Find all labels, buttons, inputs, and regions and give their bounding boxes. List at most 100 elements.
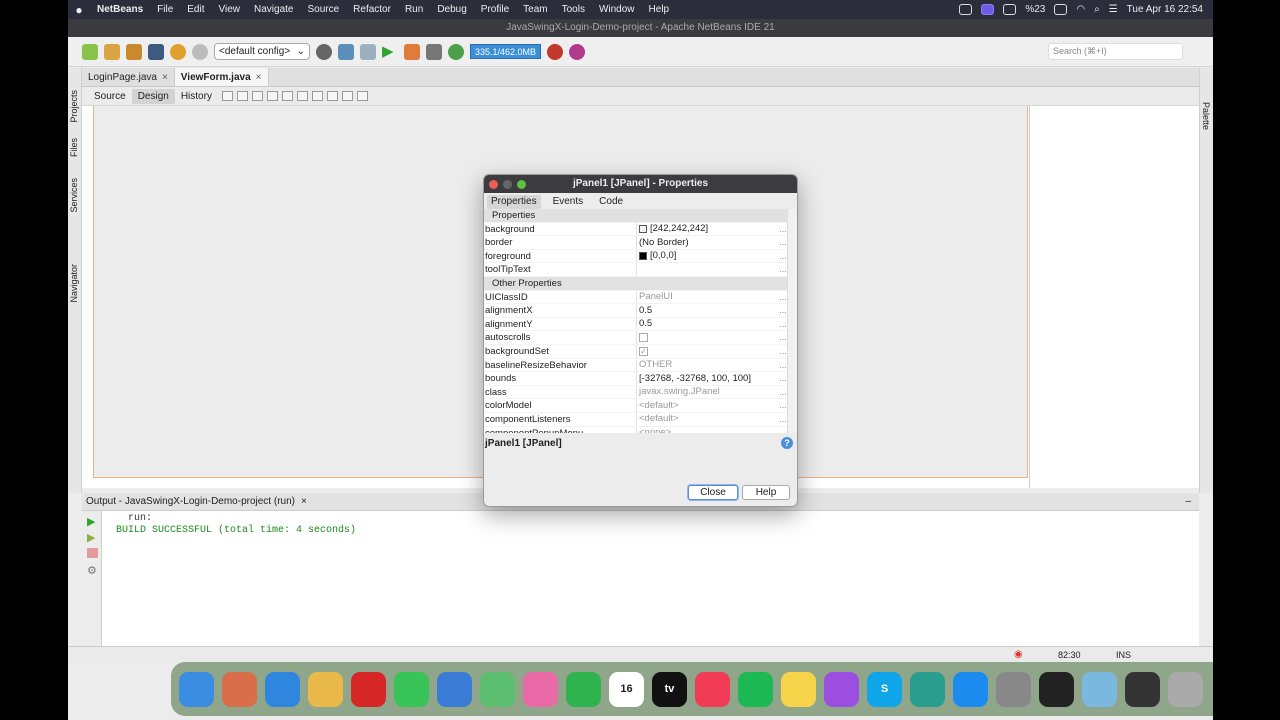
maps-icon[interactable] xyxy=(480,671,515,707)
preview-design-icon[interactable] xyxy=(251,91,263,101)
rerun-params-icon[interactable]: ▶ xyxy=(87,531,98,544)
undo-icon[interactable] xyxy=(170,43,186,60)
property-value[interactable]: javax.swing.JPanel xyxy=(637,386,777,399)
menu-window[interactable]: Window xyxy=(592,4,642,15)
resize-horizontal-icon[interactable] xyxy=(341,91,353,101)
property-row[interactable]: autoscrolls… xyxy=(484,331,789,345)
palette-panel[interactable] xyxy=(1029,106,1199,488)
checkbox[interactable] xyxy=(639,333,648,343)
align-left-icon[interactable] xyxy=(266,91,278,101)
appstore-icon[interactable] xyxy=(953,671,988,707)
palette-tab[interactable]: Palette xyxy=(1201,102,1211,130)
property-row[interactable]: baselineResizeBehavior OTHER… xyxy=(484,358,789,373)
rerun-icon[interactable]: ▶ xyxy=(87,515,98,528)
menu-file[interactable]: File xyxy=(150,4,180,15)
property-row[interactable]: border (No Border)… xyxy=(484,236,789,250)
property-value[interactable]: <default> xyxy=(637,399,777,412)
skype-icon[interactable]: S xyxy=(867,671,902,707)
save-all-icon[interactable] xyxy=(148,43,164,60)
property-row[interactable]: UIClassID PanelUI… xyxy=(484,290,789,305)
property-value[interactable]: [242,242,242] xyxy=(637,223,777,236)
close-icon[interactable]: × xyxy=(256,72,262,83)
recording-icon[interactable] xyxy=(959,4,973,15)
trash-icon[interactable] xyxy=(1168,671,1203,707)
property-row[interactable]: componentPopupMenu <none>… xyxy=(484,426,789,433)
property-row[interactable]: background [242,242,242]… xyxy=(484,222,789,237)
search-field[interactable]: Search (⌘+I) xyxy=(1048,43,1183,60)
apple-icon[interactable]: ● xyxy=(68,3,90,17)
projects-tab[interactable]: Projects xyxy=(69,90,79,123)
new-file-icon[interactable] xyxy=(82,43,98,60)
property-row[interactable]: toolTipText… xyxy=(484,263,789,277)
files-tab[interactable]: Files xyxy=(69,138,79,157)
new-project-icon[interactable] xyxy=(104,43,120,60)
section-header[interactable]: Other Properties xyxy=(484,276,789,291)
property-value[interactable]: ✓ xyxy=(637,345,777,358)
checkbox[interactable]: ✓ xyxy=(639,346,648,356)
gc-icon[interactable] xyxy=(547,43,564,60)
opera-icon[interactable] xyxy=(351,671,386,707)
close-icon[interactable]: × xyxy=(162,72,168,83)
tab-loginpage[interactable]: LoginPage.java × xyxy=(82,68,175,86)
screen-share-icon[interactable] xyxy=(981,4,995,15)
battery-icon[interactable] xyxy=(1054,4,1068,15)
align-center-icon[interactable] xyxy=(296,91,308,101)
close-button[interactable]: Close xyxy=(688,485,738,500)
services-tab[interactable]: Services xyxy=(69,178,79,213)
search-icon[interactable]: ⌕ xyxy=(1094,4,1100,15)
menu-source[interactable]: Source xyxy=(300,4,346,15)
align-bottom-icon[interactable] xyxy=(326,91,338,101)
property-row[interactable]: colorModel <default>… xyxy=(484,399,789,413)
chrome-icon[interactable] xyxy=(308,671,343,707)
output-console[interactable]: run: BUILD SUCCESSFUL (total time: 4 sec… xyxy=(102,511,1199,646)
property-value[interactable] xyxy=(637,263,777,276)
run-icon[interactable]: ▶ xyxy=(382,43,398,60)
redo-icon[interactable] xyxy=(192,43,208,60)
debug-icon[interactable] xyxy=(404,43,420,60)
property-scrollbar[interactable] xyxy=(787,209,797,433)
tab-viewform[interactable]: ViewForm.java × xyxy=(174,68,269,86)
minimize-icon[interactable]: – xyxy=(1185,496,1191,507)
property-value[interactable]: 0.5 xyxy=(637,318,777,331)
property-row[interactable]: bounds [-32768, -32768, 100, 100]… xyxy=(484,372,789,386)
mail-icon[interactable] xyxy=(437,671,472,707)
spotify-icon[interactable] xyxy=(738,671,773,707)
property-row[interactable]: componentListeners <default>… xyxy=(484,412,789,427)
stop-icon[interactable] xyxy=(87,548,98,558)
property-value[interactable]: OTHER xyxy=(637,359,777,372)
tab-code[interactable]: Code xyxy=(595,195,627,209)
connection-mode-icon[interactable] xyxy=(236,91,248,101)
messages-icon[interactable] xyxy=(394,671,429,707)
wifi-icon[interactable]: ◠ xyxy=(1076,4,1085,15)
photos-icon[interactable] xyxy=(523,671,558,707)
section-header[interactable]: Properties xyxy=(484,209,789,223)
build-icon[interactable] xyxy=(338,43,354,60)
notification-icon[interactable]: ◉ xyxy=(1014,649,1023,660)
close-window-icon[interactable] xyxy=(489,180,498,189)
menu-help[interactable]: Help xyxy=(642,4,677,15)
netbeans-icon[interactable] xyxy=(1082,671,1117,707)
minimize-window-icon[interactable] xyxy=(503,180,512,189)
property-row[interactable]: alignmentX 0.5… xyxy=(484,304,789,318)
property-value[interactable]: <none> xyxy=(637,427,777,433)
menu-edit[interactable]: Edit xyxy=(180,4,211,15)
property-value[interactable]: [0,0,0] xyxy=(637,250,777,263)
property-row[interactable]: foreground [0,0,0]… xyxy=(484,249,789,264)
menu-navigate[interactable]: Navigate xyxy=(247,4,300,15)
design-view-button[interactable]: Design xyxy=(131,88,175,104)
battery-label[interactable]: %23 xyxy=(1025,4,1045,15)
menu-team[interactable]: Team xyxy=(516,4,554,15)
menu-refactor[interactable]: Refactor xyxy=(346,4,398,15)
apply-changes-icon[interactable] xyxy=(448,43,464,60)
obs-icon[interactable] xyxy=(1039,671,1074,707)
finder-icon[interactable] xyxy=(179,671,214,707)
output-title[interactable]: Output - JavaSwingX-Login-Demo-project (… xyxy=(86,496,295,507)
navigator-tab[interactable]: Navigator xyxy=(69,264,79,303)
control-center-icon[interactable]: ☰ xyxy=(1109,4,1118,15)
network-icon[interactable] xyxy=(910,671,945,707)
podcasts-icon[interactable] xyxy=(824,671,859,707)
property-value[interactable] xyxy=(637,331,777,344)
clock[interactable]: Tue Apr 16 22:54 xyxy=(1127,4,1203,15)
property-row[interactable]: class javax.swing.JPanel… xyxy=(484,385,789,400)
notes-icon[interactable] xyxy=(781,671,816,707)
